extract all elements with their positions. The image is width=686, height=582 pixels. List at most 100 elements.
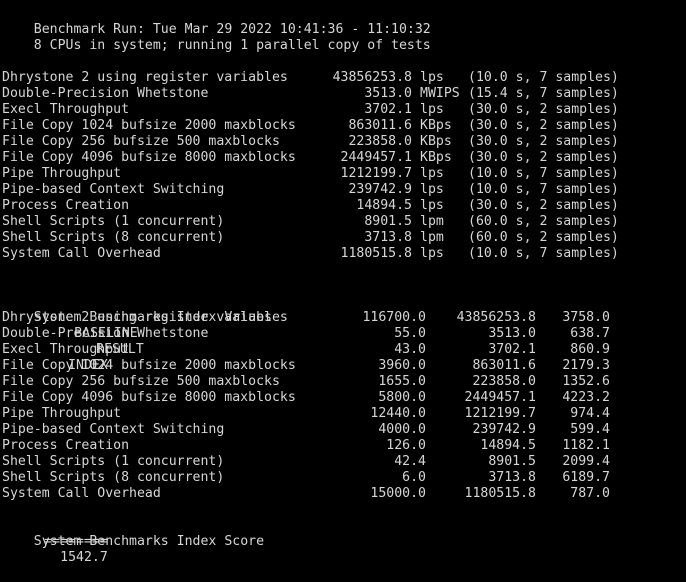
benchmark-name: Double-Precision Whetstone	[2, 86, 209, 101]
benchmark-unit: lps	[420, 246, 444, 261]
benchmark-unit: lps	[420, 102, 444, 117]
benchmark-result-row: Execl Throughput 3702.1 lps (30.0 s, 2 samp…	[2, 102, 686, 118]
spacer-before-results	[2, 54, 686, 70]
benchmark-value: 1180515.8	[340, 246, 412, 261]
index-baseline: 55.0	[394, 326, 426, 341]
benchmark-result-row: Double-Precision Whetstone 3513.0 MWIPS (15…	[2, 86, 686, 102]
index-values-block: Dhrystone 2 using register variables 1167…	[2, 310, 686, 502]
index-score-label: System Benchmarks Index Score	[33, 534, 265, 549]
index-result: 2449457.1	[464, 390, 536, 405]
index-value-row: Shell Scripts (1 concurrent) 42.4 8901.5 20…	[2, 454, 686, 470]
benchmark-results-block: Dhrystone 2 using register variables 4385…	[2, 70, 686, 262]
index-value-row: Double-Precision Whetstone 55.0 3513.0 638.…	[2, 326, 686, 342]
index-value-row: Dhrystone 2 using register variables 1167…	[2, 310, 686, 326]
benchmark-unit: lps	[420, 182, 444, 197]
benchmark-name: Execl Throughput	[2, 102, 130, 117]
benchmark-result-row: File Copy 1024 bufsize 2000 maxblocks 863…	[2, 118, 686, 134]
index-value-row: File Copy 1024 bufsize 2000 maxblocks 396…	[2, 358, 686, 374]
index-name: Pipe Throughput	[2, 406, 122, 421]
index-baseline: 43.0	[394, 342, 426, 357]
index-name: Shell Scripts (8 concurrent)	[2, 470, 225, 485]
benchmark-samples: (10.0 s, 7 samples)	[468, 70, 619, 85]
index-baseline: 3960.0	[378, 358, 426, 373]
index-index: 2099.4	[562, 454, 610, 469]
benchmark-samples: (10.0 s, 7 samples)	[468, 166, 619, 181]
benchmark-run-line: Benchmark Run: Tue Mar 29 2022 10:41:36 …	[2, 6, 686, 37]
index-baseline: 116700.0	[362, 310, 426, 325]
index-index: 6189.7	[562, 470, 610, 485]
benchmark-result-row: Pipe Throughput 1212199.7 lps (10.0 s, 7 sa…	[2, 166, 686, 182]
benchmark-unit: lps	[420, 166, 444, 181]
index-index: 974.4	[570, 406, 610, 421]
benchmark-result-row: Pipe-based Context Switching 239742.9 lps (…	[2, 182, 686, 198]
index-result: 863011.6	[472, 358, 536, 373]
index-name: Dhrystone 2 using register variables	[2, 310, 288, 325]
benchmark-samples: (15.4 s, 7 samples)	[468, 86, 619, 101]
index-result: 3513.0	[488, 326, 536, 341]
index-name: File Copy 4096 bufsize 8000 maxblocks	[2, 390, 296, 405]
benchmark-samples: (30.0 s, 2 samples)	[468, 102, 619, 117]
benchmark-value: 863011.6	[348, 118, 412, 133]
index-name: File Copy 1024 bufsize 2000 maxblocks	[2, 358, 296, 373]
cpu-count-text: 8 CPUs in system; running 1 parallel cop…	[33, 38, 431, 53]
benchmark-unit: KBps	[420, 118, 452, 133]
index-value-row: Pipe-based Context Switching 4000.0 239742…	[2, 422, 686, 438]
index-result: 8901.5	[488, 454, 536, 469]
index-value-row: Process Creation 126.0 14894.5 1182.1	[2, 438, 686, 454]
index-index: 860.9	[570, 342, 610, 357]
index-result: 14894.5	[480, 438, 536, 453]
benchmark-samples: (30.0 s, 2 samples)	[468, 118, 619, 133]
benchmark-name: Dhrystone 2 using register variables	[2, 70, 288, 85]
benchmark-samples: (60.0 s, 2 samples)	[468, 214, 619, 229]
index-name: Execl Throughput	[2, 342, 130, 357]
index-result: 3713.8	[488, 470, 536, 485]
benchmark-unit: MWIPS	[420, 86, 460, 101]
benchmark-samples: (10.0 s, 7 samples)	[468, 182, 619, 197]
benchmark-name: Shell Scripts (1 concurrent)	[2, 214, 225, 229]
benchmark-unit: lps	[420, 198, 444, 213]
index-name: Double-Precision Whetstone	[2, 326, 209, 341]
benchmark-name: File Copy 4096 bufsize 8000 maxblocks	[2, 150, 296, 165]
index-baseline: 6.0	[402, 470, 426, 485]
index-index: 2179.3	[562, 358, 610, 373]
index-baseline: 1655.0	[378, 374, 426, 389]
benchmark-result-row: Shell Scripts (1 concurrent) 8901.5 lpm (60…	[2, 214, 686, 230]
benchmark-value: 3702.1	[364, 102, 412, 117]
benchmark-value: 8901.5	[364, 214, 412, 229]
benchmark-unit: lps	[420, 70, 444, 85]
index-index: 4223.2	[562, 390, 610, 405]
index-result: 1212199.7	[464, 406, 536, 421]
separator-spacer	[34, 518, 538, 534]
index-index: 3758.0	[562, 310, 610, 325]
index-name: File Copy 256 bufsize 500 maxblocks	[2, 374, 280, 389]
index-value-row: File Copy 256 bufsize 500 maxblocks 1655.…	[2, 374, 686, 390]
benchmark-name: File Copy 1024 bufsize 2000 maxblocks	[2, 118, 296, 133]
index-value-row: Execl Throughput 43.0 3702.1 860.9	[2, 342, 686, 358]
index-result: 43856253.8	[456, 310, 536, 325]
benchmark-value: 2449457.1	[340, 150, 412, 165]
index-baseline: 5800.0	[378, 390, 426, 405]
benchmark-unit: lpm	[420, 214, 444, 229]
benchmark-name: Process Creation	[2, 198, 130, 213]
index-name: Process Creation	[2, 438, 130, 453]
index-baseline: 4000.0	[378, 422, 426, 437]
index-name: Pipe-based Context Switching	[2, 422, 225, 437]
benchmark-value: 43856253.8	[332, 70, 412, 85]
benchmark-samples: (30.0 s, 2 samples)	[468, 134, 619, 149]
benchmark-name: Pipe-based Context Switching	[2, 182, 225, 197]
index-value-row: File Copy 4096 bufsize 8000 maxblocks 580…	[2, 390, 686, 406]
index-value-row: Shell Scripts (8 concurrent) 6.0 3713.8 618…	[2, 470, 686, 486]
benchmark-value: 1212199.7	[340, 166, 412, 181]
benchmark-unit: lpm	[420, 230, 444, 245]
spacer-before-index	[2, 278, 686, 294]
index-baseline: 42.4	[394, 454, 426, 469]
benchmark-samples: (60.0 s, 2 samples)	[468, 230, 619, 245]
index-baseline: 12440.0	[370, 406, 426, 421]
benchmark-result-row: System Call Overhead 1180515.8 lps (10.0 s,…	[2, 246, 686, 262]
benchmark-result-row: File Copy 4096 bufsize 8000 maxblocks 244…	[2, 150, 686, 166]
benchmark-result-row: Dhrystone 2 using register variables 4385…	[2, 70, 686, 86]
benchmark-value: 223858.0	[348, 134, 412, 149]
benchmark-value: 239742.9	[348, 182, 412, 197]
index-score-value: 1542.7	[60, 550, 108, 565]
benchmark-result-row: File Copy 256 bufsize 500 maxblocks 22385…	[2, 134, 686, 150]
